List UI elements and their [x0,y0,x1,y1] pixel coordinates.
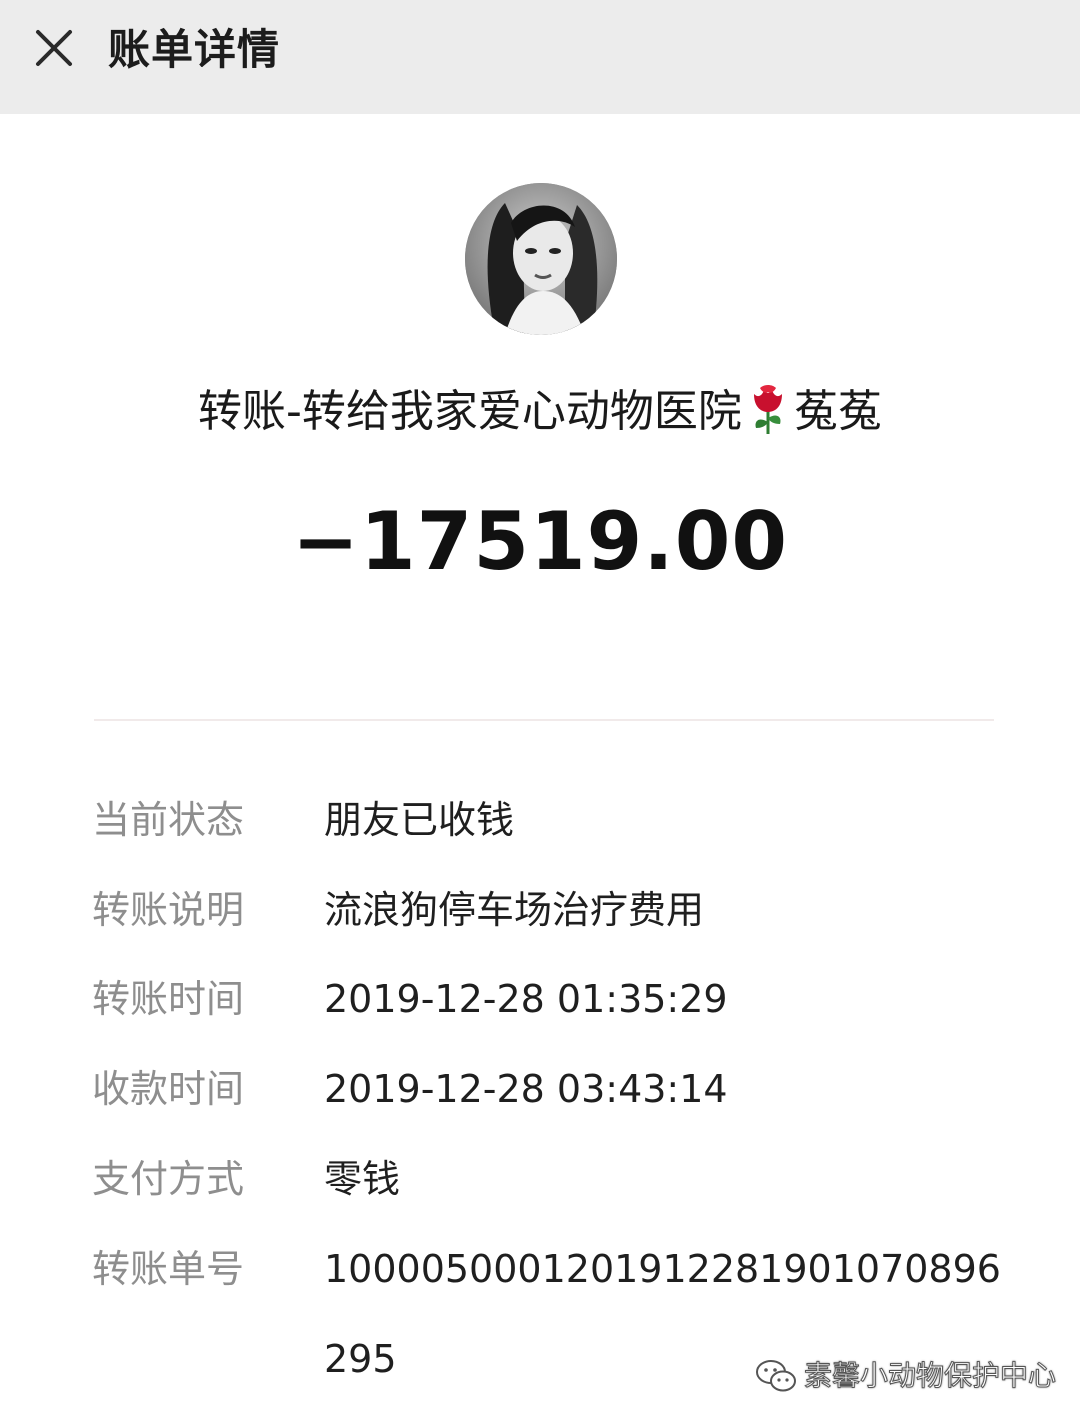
close-icon[interactable] [28,22,80,74]
amount: −17519.00 [291,495,789,588]
wechat-icon [754,1356,798,1396]
watermark-text: 素馨小动物保护中心 [803,1359,1057,1393]
page-title: 账单详情 [108,25,281,74]
detail-row-receive-time: 收款时间 2019-12-28 03:43:14 [0,1059,1080,1119]
rose-icon [748,382,788,436]
detail-label: 当前状态 [92,798,245,842]
detail-value: 2019-12-28 01:35:29 [324,977,728,1021]
detail-value: 零钱 [324,1157,401,1201]
payee-name-prefix: 转账-转给我家爱心动物医院 [198,386,742,437]
avatar[interactable] [465,183,617,335]
detail-label: 转账单号 [92,1247,245,1291]
detail-value: 朋友已收钱 [324,798,515,842]
detail-label: 转账时间 [92,977,245,1021]
detail-label: 支付方式 [92,1157,245,1201]
detail-value: 流浪狗停车场治疗费用 [324,888,705,932]
detail-label: 收款时间 [92,1067,245,1111]
detail-row-transaction-id: 转账单号 1000050001201912281901070896295 [0,1239,1080,1381]
payee-name-suffix: 菟菟 [793,386,882,437]
divider [94,719,994,721]
detail-row-note: 转账说明 流浪狗停车场治疗费用 [0,880,1080,940]
detail-row-status: 当前状态 朋友已收钱 [0,790,1080,850]
detail-row-transfer-time: 转账时间 2019-12-28 01:35:29 [0,969,1080,1029]
detail-value: 2019-12-28 03:43:14 [324,1067,728,1111]
detail-label: 转账说明 [92,888,245,932]
payee-name: 转账-转给我家爱心动物医院 菟菟 [0,382,1080,442]
detail-row-payment-method: 支付方式 零钱 [0,1149,1080,1209]
top-bar: 账单详情 [0,0,1080,114]
